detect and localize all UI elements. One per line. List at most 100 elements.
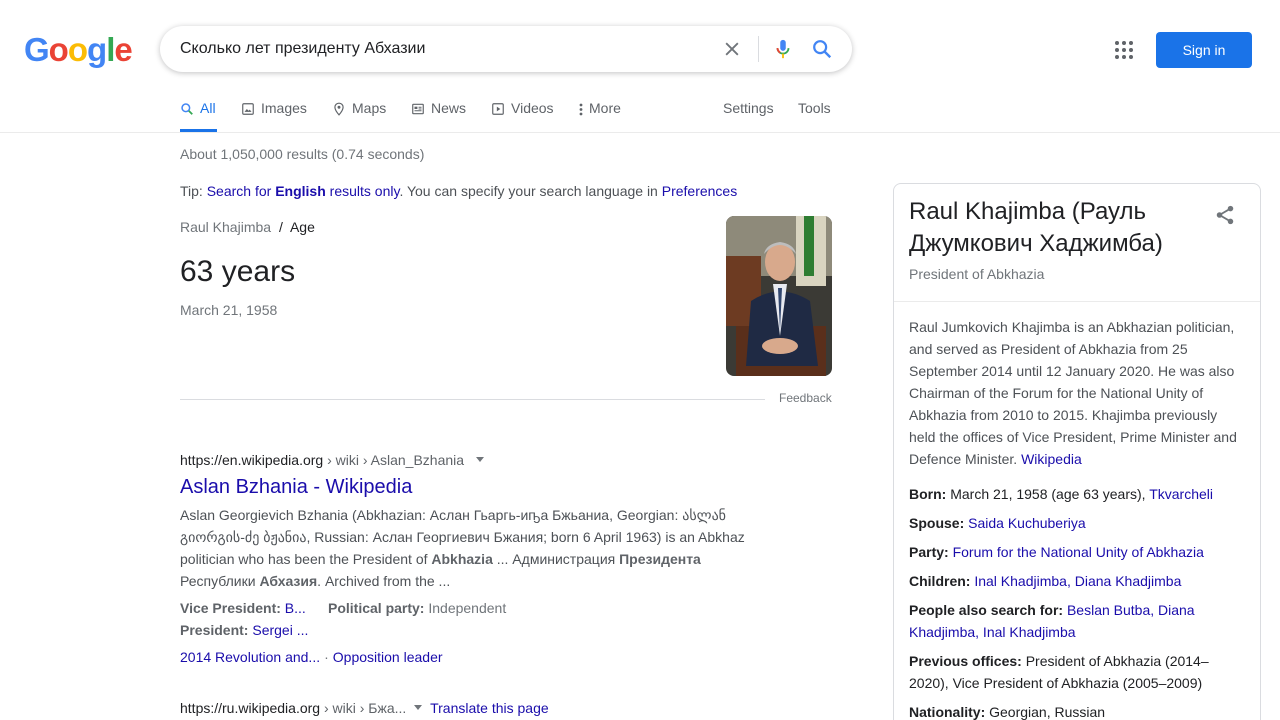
snippet-bold: Абхазия: [259, 573, 318, 589]
mic-icon[interactable]: [772, 37, 794, 61]
sitelink-separator: ·: [324, 649, 329, 665]
kp-fact-spouse: Spouse: Saida Kuchuberiya: [909, 512, 1245, 534]
attr-label: President:: [180, 622, 249, 638]
kp-fact-nationality: Nationality: Georgian, Russian: [909, 701, 1245, 720]
answer-breadcrumb: Raul Khajimba / Age: [180, 219, 315, 235]
tab-settings[interactable]: Settings: [723, 100, 774, 132]
wikipedia-link[interactable]: Wikipedia: [1021, 451, 1082, 467]
share-icon[interactable]: [1214, 204, 1236, 226]
tab-maps[interactable]: Maps: [332, 100, 386, 132]
result-url[interactable]: https://en.wikipedia.org › wiki › Aslan_…: [180, 452, 490, 468]
search-input[interactable]: [180, 26, 700, 72]
answer-divider: [180, 399, 765, 400]
fact-value: Georgian, Russian: [989, 704, 1106, 720]
map-pin-icon: [334, 102, 344, 116]
search-icon[interactable]: [811, 38, 833, 60]
kp-divider: [894, 301, 1260, 302]
kp-title: Raul Khajimba (Рауль Джумкович Хаджимба): [909, 198, 1163, 257]
result-site: https://en.wikipedia.org: [180, 452, 324, 468]
tab-label: Images: [261, 100, 307, 116]
search-icon: [181, 103, 193, 115]
tab-label: News: [431, 100, 467, 116]
sitelink[interactable]: 2014 Revolution and...: [180, 649, 320, 665]
apps-icon[interactable]: [1114, 40, 1134, 60]
tab-label: All: [200, 100, 216, 116]
tab-label: More: [589, 100, 621, 116]
fact-link[interactable]: Inal Khadjimba, Diana Khadjimba: [974, 573, 1181, 589]
kp-fact-born: Born: March 21, 1958 (age 63 years), Tkv…: [909, 483, 1245, 505]
feedback-link[interactable]: Feedback: [779, 391, 832, 405]
answer-value: 63 years: [180, 255, 296, 288]
crumb-separator: /: [278, 219, 283, 235]
tab-images[interactable]: Images: [241, 100, 307, 132]
snippet-text: Республики: [180, 573, 260, 589]
kp-fact-previous-offices: Previous offices: President of Abkhazia …: [909, 650, 1245, 694]
fact-label: Spouse:: [909, 515, 965, 531]
google-logo[interactable]: Google: [24, 31, 133, 68]
tab-label: Tools: [798, 100, 831, 116]
language-tip: Tip: Search for English results only. Yo…: [180, 183, 737, 199]
snippet-bold: Abkhazia: [431, 551, 493, 567]
result-url[interactable]: https://ru.wikipedia.org › wiki › Бжа...…: [180, 700, 549, 716]
logo-letter: o: [67, 31, 88, 68]
attr-label: Political party:: [328, 600, 425, 616]
result-path: › wiki › Бжа...: [320, 700, 407, 716]
result-path: › wiki › Aslan_Bzhania: [323, 452, 465, 468]
link-text-bold: English: [275, 183, 326, 199]
result-attribute-party: Political party: Independent: [328, 600, 506, 616]
tip-middle: . You can specify your search language i…: [399, 183, 662, 199]
kp-fact-people-also-search: People also search for: Beslan Butba, Di…: [909, 599, 1245, 643]
logo-letter: o: [48, 31, 69, 68]
search-box: [160, 26, 852, 72]
preferences-link[interactable]: Preferences: [662, 183, 737, 199]
video-icon: [492, 103, 504, 115]
knowledge-panel: Raul Khajimba (Рауль Джумкович Хаджимба)…: [893, 183, 1261, 720]
crumb-entity[interactable]: Raul Khajimba: [180, 219, 271, 235]
fact-label: Born:: [909, 486, 947, 502]
header-divider: [0, 132, 1280, 133]
translate-link[interactable]: Translate this page: [430, 700, 549, 716]
result-sitelinks: 2014 Revolution and... · Opposition leader: [180, 649, 443, 665]
fact-value: March 21, 1958 (age 63 years),: [950, 486, 1146, 502]
snippet-bold: Президента: [619, 551, 701, 567]
attr-link[interactable]: B...: [285, 600, 306, 616]
answer-date: March 21, 1958: [180, 302, 278, 318]
kp-description: Raul Jumkovich Khajimba is an Abkhazian …: [909, 316, 1245, 470]
tab-label: Videos: [511, 100, 554, 116]
kp-description-text: Raul Jumkovich Khajimba is an Abkhazian …: [909, 319, 1237, 467]
sitelink[interactable]: Opposition leader: [333, 649, 443, 665]
fact-label: Previous offices:: [909, 653, 1022, 669]
news-icon: [412, 103, 424, 115]
tab-all[interactable]: All: [180, 100, 217, 132]
caret-down-icon[interactable]: [470, 455, 490, 465]
logo-letter: g: [87, 31, 107, 68]
snippet-text: ... Администрация: [492, 551, 620, 567]
attr-label: Vice President:: [180, 600, 281, 616]
attr-link[interactable]: Sergei ...: [252, 622, 308, 638]
kp-subtitle: President of Abkhazia: [909, 266, 1045, 282]
tab-tools[interactable]: Tools: [798, 100, 831, 132]
tab-more[interactable]: More: [579, 100, 621, 132]
fact-label: Nationality:: [909, 704, 986, 720]
tab-videos[interactable]: Videos: [491, 100, 554, 132]
fact-link[interactable]: Forum for the National Unity of Abkhazia: [953, 544, 1204, 560]
fact-label: People also search for:: [909, 602, 1064, 618]
sign-in-button[interactable]: Sign in: [1156, 32, 1252, 68]
english-only-link[interactable]: Search for English results only: [207, 183, 400, 199]
result-attribute-president: President: Sergei ...: [180, 622, 308, 638]
close-icon[interactable]: [722, 39, 742, 59]
caret-down-icon[interactable]: [410, 703, 426, 713]
tab-news[interactable]: News: [411, 100, 466, 132]
kp-fact-party: Party: Forum for the National Unity of A…: [909, 541, 1245, 563]
result-title[interactable]: Aslan Bzhania - Wikipedia: [180, 476, 412, 499]
fact-link[interactable]: Tkvarcheli: [1149, 486, 1213, 502]
fact-link[interactable]: Saida Kuchuberiya: [968, 515, 1086, 531]
person-photo[interactable]: [726, 216, 832, 376]
tab-label: Settings: [723, 100, 774, 116]
crumb-attribute: Age: [289, 219, 315, 235]
link-text: results only: [325, 183, 400, 199]
logo-letter: l: [106, 31, 115, 68]
kp-fact-children: Children: Inal Khadjimba, Diana Khadjimb…: [909, 570, 1245, 592]
snippet-text: . Archived from the ...: [317, 573, 451, 589]
tab-label: Maps: [352, 100, 387, 116]
